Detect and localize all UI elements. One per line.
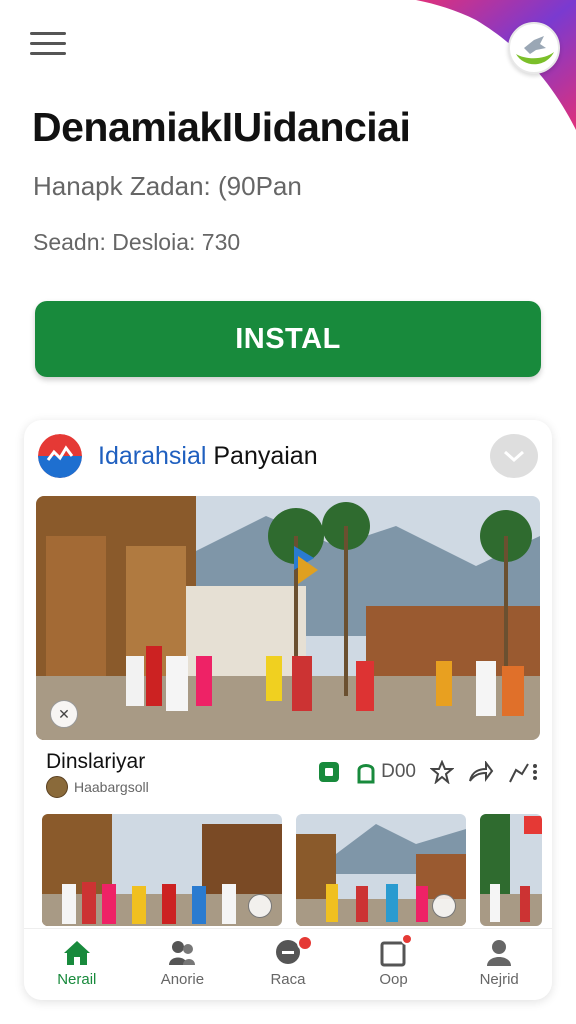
card-title: Idarahsial Panyaian [98,442,318,471]
nav-item-profile[interactable]: Nejrid [446,929,552,1000]
nav-item-chat[interactable]: Raca [235,929,341,1000]
hamburger-icon[interactable] [30,32,66,60]
nav-label-profile: Nejrid [479,971,519,988]
expand-icon[interactable]: ✕ [50,700,78,728]
thumbnail-badge [248,894,272,918]
chat-badge [297,935,314,951]
card-title-dark: Panyaian [213,442,318,470]
post-card: Idarahsial Panyaian ✕ Dinslariyar Haabar… [24,420,552,1000]
like-button[interactable]: D00 [355,760,416,784]
home-icon [63,941,90,965]
thumbnail-2[interactable] [296,814,466,926]
share-icon[interactable] [468,761,494,783]
thumbnail-badge [432,894,456,918]
thumbnail-1[interactable] [42,814,282,926]
flag-logo-icon [38,434,82,478]
person-icon [487,940,512,966]
people-icon [169,941,196,965]
nav-label-inbox: Oop [379,971,408,988]
nav-label-home: Nerail [57,971,97,988]
inbox-badge [400,933,413,945]
bird-logo-icon[interactable] [508,22,560,74]
app-subtitle: Hanapk Zadan: (90Pan [33,171,302,201]
app-meta: Seadn: Desloia: 730 [33,229,241,255]
nav-item-home[interactable]: Nerail [24,929,130,1000]
star-icon[interactable] [430,760,454,784]
avatar[interactable] [46,776,68,798]
thumbnail-3[interactable] [480,814,542,926]
app-page: DenamiakIUidanciai Hanapk Zadan: (90Pan … [0,0,576,1024]
post-title: Dinslariyar [46,750,146,773]
like-count: D00 [381,761,416,782]
post-author[interactable]: Haabargsoll [74,779,149,795]
thumbnail-strip [42,814,542,926]
nav-item-inbox[interactable]: Oop [341,929,447,1000]
check-icon[interactable] [490,434,538,478]
install-button[interactable]: INSTAL [35,301,541,377]
bottom-nav: Nerail Anorie Raca Oop Nejrid [24,928,552,1000]
post-actions: D00 [317,760,538,784]
card-title-blue: Idarahsial [98,442,207,470]
nav-item-people[interactable]: Anorie [130,929,236,1000]
nav-label-chat: Raca [270,971,306,988]
nav-label-people: Anorie [160,971,205,988]
app-title: DenamiakIUidanciai [32,104,411,150]
hero-image[interactable]: ✕ [36,496,540,740]
more-icon[interactable] [508,760,538,784]
bookmark-icon[interactable] [317,760,341,784]
thumb-icon [357,764,375,784]
